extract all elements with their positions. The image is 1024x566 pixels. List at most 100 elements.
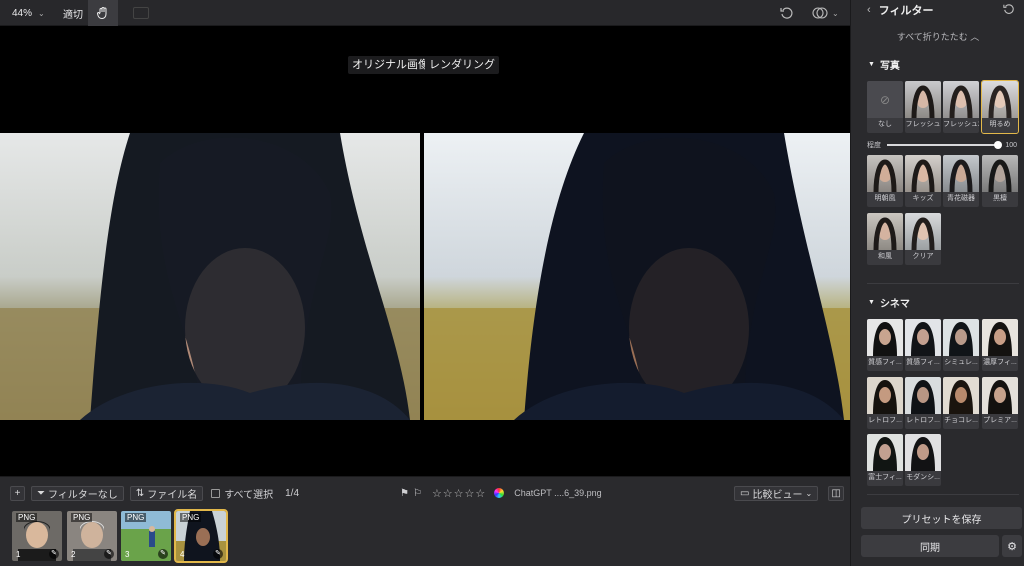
- gear-icon: ⚙: [1007, 540, 1017, 553]
- thumbnail-number: 4: [180, 550, 185, 559]
- split-view-icon[interactable]: [133, 7, 149, 19]
- preset-label: 明るめ: [989, 121, 1011, 128]
- section-cinema-header[interactable]: ▼ シネマ: [868, 295, 910, 310]
- flag-icon[interactable]: ⚑: [400, 488, 409, 499]
- preset-tile[interactable]: レトロフ...: [905, 377, 941, 429]
- thumbnail-number: 2: [71, 550, 76, 559]
- compare-view-label: 比較ビュー: [752, 489, 803, 501]
- sort-filename-button[interactable]: ⇅ ファイル名: [129, 485, 204, 501]
- fit-button[interactable]: 適切: [63, 0, 83, 26]
- preset-thumbnail: [982, 319, 1018, 356]
- edit-icon: ✎: [158, 549, 168, 559]
- preset-tile[interactable]: 濃厚フィ...: [982, 319, 1018, 371]
- none-icon: ⊘: [867, 81, 903, 118]
- color-wheel-icon[interactable]: [494, 488, 505, 498]
- thumbnail-3[interactable]: PNG 3 ✎: [121, 511, 171, 561]
- preset-tile[interactable]: フレッシュ2: [943, 81, 979, 133]
- preset-label: 濃厚フィ...: [983, 359, 1017, 366]
- plus-icon: +: [14, 487, 21, 499]
- rendering-label: レンダリング: [425, 56, 499, 74]
- overlap-circles-icon: [812, 7, 828, 19]
- edit-icon: ✎: [213, 549, 223, 559]
- preset-tile[interactable]: 和風: [867, 213, 903, 265]
- section-photo-header[interactable]: ▼ 写真: [868, 57, 900, 72]
- preset-thumbnail: [982, 155, 1018, 193]
- thumbnail-number: 3: [125, 550, 130, 559]
- preset-tile[interactable]: 質感フィ...: [905, 319, 941, 371]
- preset-label: 明朝風: [874, 195, 896, 202]
- monitor-icon: ▭: [740, 487, 750, 499]
- slider-value: 100: [1005, 141, 1017, 149]
- rotate-icon: [780, 7, 793, 19]
- preset-tile[interactable]: レトロフ...: [867, 377, 903, 429]
- preset-tile[interactable]: シミュレ...: [943, 319, 979, 371]
- preset-thumbnail: [943, 81, 979, 119]
- filter-none-button[interactable]: ⏷ フィルターなし: [31, 485, 124, 501]
- preset-label: レトロフ...: [906, 417, 940, 424]
- back-chevron-icon[interactable]: ‹: [867, 4, 871, 16]
- preset-tile[interactable]: フレッシュ: [905, 81, 941, 133]
- preset-tile[interactable]: モダンシ...: [905, 434, 941, 486]
- preset-tile[interactable]: ⊘ なし: [867, 81, 903, 133]
- star-rating[interactable]: ☆☆☆☆☆: [432, 487, 486, 500]
- preset-label: プレミア...: [983, 417, 1017, 424]
- image-count: 1/4: [285, 487, 300, 499]
- preset-tile[interactable]: チョコレ...: [943, 377, 979, 429]
- panel-icon: ◫: [831, 487, 841, 499]
- preset-label: クリア: [912, 253, 934, 260]
- reset-button[interactable]: [1003, 3, 1015, 18]
- filter-panel: ‹ フィルター すべて折りたたむ ︿ ▼ 写真 ⊘ なし フレッシュ フレッシュ…: [850, 0, 1024, 566]
- sync-button[interactable]: 同期: [861, 535, 999, 557]
- thumbnail-2[interactable]: PNG 2 ✎: [67, 511, 117, 561]
- compare-mode-button[interactable]: ⌄: [812, 0, 839, 26]
- preset-tile[interactable]: クリア: [905, 213, 941, 265]
- collapse-all-label: すべて折りたたむ: [896, 32, 968, 42]
- zoom-dropdown[interactable]: 44% ⌄: [12, 0, 45, 26]
- intensity-slider[interactable]: 程度 100: [867, 138, 1017, 152]
- select-all-checkbox[interactable]: すべて選択: [211, 486, 273, 501]
- rotate-icon: [1003, 4, 1014, 14]
- preset-thumbnail: [905, 377, 941, 414]
- image-canvas[interactable]: オリジナル画像 レンダリング: [0, 26, 850, 476]
- flag-reject-icon[interactable]: ⚐: [413, 488, 422, 499]
- preset-label: フレッシュ: [905, 121, 941, 128]
- preset-tile[interactable]: キッズ: [905, 155, 941, 207]
- triangle-down-icon: ▼: [868, 61, 875, 68]
- preset-tile[interactable]: 黒檀: [982, 155, 1018, 207]
- preset-tile[interactable]: 青花磁器: [943, 155, 979, 207]
- filter-none-label: フィルターなし: [48, 489, 118, 501]
- preset-thumbnail: [867, 155, 903, 193]
- fit-label: 適切: [63, 9, 83, 21]
- slider-track[interactable]: [887, 141, 1003, 149]
- preset-tile[interactable]: 質感フィ...: [867, 319, 903, 371]
- original-photo: [0, 133, 420, 420]
- toggle-panel-button[interactable]: ◫: [828, 485, 845, 501]
- slider-knob[interactable]: [994, 141, 1003, 149]
- hand-tool-button[interactable]: [88, 0, 118, 26]
- preset-thumbnail: [905, 319, 941, 356]
- original-image-label: オリジナル画像: [348, 56, 433, 74]
- file-type-badge: PNG: [125, 513, 147, 522]
- slider-label: 程度: [867, 142, 881, 149]
- preset-tile[interactable]: 富士フィ...: [867, 434, 903, 486]
- preset-tile[interactable]: 明朝風: [867, 155, 903, 207]
- section-photo-title: 写真: [879, 61, 900, 72]
- chevron-up-icon: ︿: [970, 32, 980, 42]
- settings-button[interactable]: ⚙: [1002, 535, 1022, 557]
- preset-label: チョコレ...: [944, 417, 978, 424]
- undo-button[interactable]: [780, 0, 794, 26]
- save-preset-button[interactable]: プリセットを保存: [861, 507, 1022, 529]
- collapse-all-button[interactable]: すべて折りたたむ ︿: [851, 30, 1024, 43]
- preset-label: キッズ: [912, 195, 934, 202]
- file-type-badge: PNG: [16, 513, 38, 522]
- compare-view-dropdown[interactable]: ▭ 比較ビュー ⌄: [734, 485, 819, 501]
- thumbnail-1[interactable]: PNG 1 ✎: [12, 511, 62, 561]
- thumbnail-4-selected[interactable]: PNG 4 ✎: [174, 509, 228, 563]
- add-button[interactable]: +: [10, 485, 25, 501]
- preset-thumbnail: [867, 434, 903, 471]
- preset-tile[interactable]: プレミア...: [982, 377, 1018, 429]
- save-preset-label: プリセットを保存: [901, 514, 982, 526]
- chevron-down-icon: ⌄: [38, 8, 45, 18]
- preset-thumbnail: [982, 377, 1018, 414]
- preset-tile-selected[interactable]: 明るめ: [981, 80, 1019, 134]
